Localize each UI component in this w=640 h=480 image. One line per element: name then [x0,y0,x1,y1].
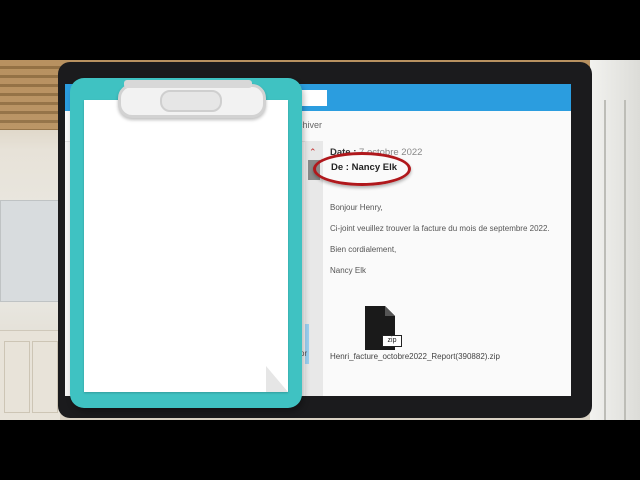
sender-highlight-circle [313,152,411,186]
header-search-box[interactable] [301,90,327,106]
attachment-filename[interactable]: Henri_facture_octobre2022_Report(390882)… [330,352,500,361]
chevron-up-icon[interactable]: ⌃ [309,147,317,158]
office-cabinet [0,330,60,420]
email-greeting: Bonjour Henry, [330,203,383,212]
clip-top-bar [124,80,252,88]
letterbox-bottom [0,420,640,480]
clipboard-paper [84,100,288,392]
email-signature: Nancy Elk [330,266,367,275]
clip-hole [160,90,222,112]
wall-whiteboard [0,200,62,302]
paper-curl [266,366,288,392]
window-mullion [604,100,606,420]
window-mullion [624,100,626,420]
letterbox-top [0,0,640,60]
cabinet-door [4,341,30,413]
email-body-line: Ci-joint veuillez trouver la facture du … [330,224,550,233]
email-closing: Bien cordialement, [330,245,397,254]
selected-message-indicator [305,324,309,364]
zip-type-label: zip [382,335,402,347]
office-window [590,60,640,420]
cabinet-door [32,341,58,413]
